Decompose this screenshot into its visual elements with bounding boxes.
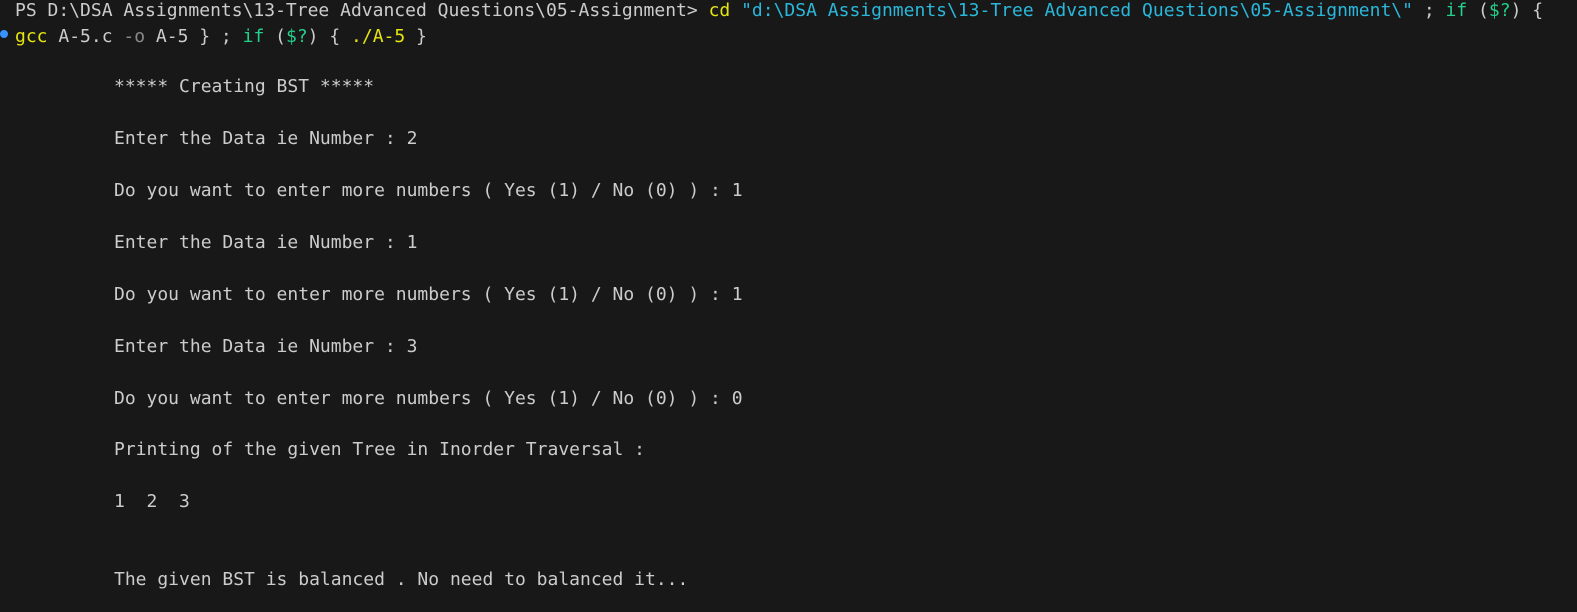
if-keyword: if xyxy=(242,26,265,47)
output-line: Enter the Data ie Number : 3 xyxy=(114,336,418,357)
separator: ; xyxy=(1412,0,1446,21)
gcc-args: A-5.c xyxy=(47,26,124,47)
run-command: ./A-5 xyxy=(351,26,406,47)
command-line-1: PS D:\DSA Assignments\13-Tree Advanced Q… xyxy=(15,0,1543,24)
gcc-args-tail: A-5 } ; xyxy=(145,26,243,47)
command-decoration-icon[interactable] xyxy=(0,30,8,38)
balance-result: The given BST is balanced . No need to b… xyxy=(114,569,689,590)
cd-command: cd xyxy=(708,0,731,21)
output-line: Do you want to enter more numbers ( Yes … xyxy=(114,284,743,305)
output-header: ***** Creating BST ***** xyxy=(114,76,375,97)
gcc-command: gcc xyxy=(15,26,48,47)
traversal-result: 1 2 3 xyxy=(114,491,190,512)
block-close: } xyxy=(405,26,427,47)
condition-open: ( xyxy=(1467,0,1489,21)
prompt-prefix: PS D:\DSA Assignments\13-Tree Advanced Q… xyxy=(15,0,709,21)
terminal-panel[interactable]: PS D:\DSA Assignments\13-Tree Advanced Q… xyxy=(0,0,1577,612)
condition-close: ) { xyxy=(1510,0,1544,21)
status-variable: $? xyxy=(285,26,308,47)
cd-path: "d:\DSA Assignments\13-Tree Advanced Que… xyxy=(730,0,1413,21)
status-variable: $? xyxy=(1488,0,1511,21)
gcc-flag: -o xyxy=(123,26,146,47)
output-line: Enter the Data ie Number : 2 xyxy=(114,128,418,149)
output-line: Enter the Data ie Number : 1 xyxy=(114,232,418,253)
condition-close: ) { xyxy=(307,26,352,47)
output-line: Printing of the given Tree in Inorder Tr… xyxy=(114,439,646,460)
output-line: Do you want to enter more numbers ( Yes … xyxy=(114,388,743,409)
condition-open: ( xyxy=(264,26,286,47)
output-line: Do you want to enter more numbers ( Yes … xyxy=(114,180,743,201)
command-line-2: gcc A-5.c -o A-5 } ; if ($?) { ./A-5 } xyxy=(15,24,427,50)
if-keyword: if xyxy=(1445,0,1468,21)
